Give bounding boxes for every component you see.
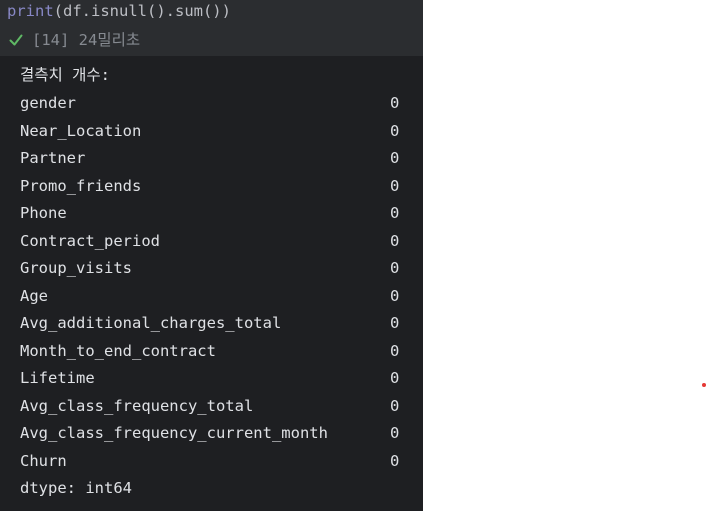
row-name: Avg_class_frequency_total [20, 396, 254, 415]
table-row: Promo_friends 0 [0, 176, 423, 196]
code-function: print [7, 2, 54, 20]
row-name: gender [20, 94, 76, 112]
table-row: Month_to_end_contract 0 [0, 341, 423, 361]
row-name: Group_visits [20, 259, 132, 277]
table-row: Contract_period 0 [0, 231, 423, 251]
output-header: 결측치 개수: [20, 66, 110, 84]
table-row: Group_visits 0 [0, 258, 423, 278]
row-name: Age [20, 286, 48, 305]
row-value: 0 [390, 396, 400, 415]
table-row: Age 0 [0, 286, 423, 306]
row-value: 0 [390, 259, 400, 277]
row-value: 0 [390, 94, 400, 112]
execution-status-text: [14] 24밀리초 [32, 31, 141, 49]
row-value: 0 [390, 121, 400, 140]
table-row: Avg_additional_charges_total 0 [0, 313, 423, 333]
table-row: Lifetime 0 [0, 368, 423, 388]
table-row: Partner 0 [0, 148, 423, 168]
notebook-panel: print(df.isnull().sum()) [14] 24밀리초 결측치 … [0, 0, 423, 511]
table-row: Avg_class_frequency_current_month 0 [0, 423, 423, 443]
table-row: Churn 0 [0, 451, 423, 471]
row-value: 0 [390, 149, 400, 167]
row-name: Churn [20, 451, 67, 470]
row-value: 0 [390, 341, 400, 360]
row-value: 0 [390, 231, 400, 250]
row-name: Promo_friends [20, 176, 142, 195]
code-line[interactable]: print(df.isnull().sum()) [7, 1, 231, 21]
row-value: 0 [390, 424, 400, 442]
row-value: 0 [390, 314, 400, 332]
row-name: Near_Location [20, 121, 142, 140]
output-dtype: dtype: int64 [20, 479, 132, 497]
check-icon [9, 34, 23, 46]
row-name: Lifetime [20, 369, 95, 387]
execution-status-bar: [14] 24밀리초 [0, 24, 423, 56]
table-row: Avg_class_frequency_total 0 [0, 396, 423, 416]
row-value: 0 [390, 176, 400, 195]
row-value: 0 [390, 204, 400, 222]
row-value: 0 [390, 286, 400, 305]
code-cell[interactable]: print(df.isnull().sum()) [0, 0, 423, 24]
row-value: 0 [390, 451, 400, 470]
red-dot-marker [702, 383, 706, 387]
row-name: Phone [20, 204, 67, 222]
row-value: 0 [390, 369, 400, 387]
table-row: gender 0 [0, 93, 423, 113]
code-args: (df.isnull().sum()) [53, 2, 231, 20]
cell-output: 결측치 개수: gender 0 Near_Location 0 Partner 0 Pro… [0, 56, 423, 511]
table-row: Phone 0 [0, 203, 423, 223]
row-name: Partner [20, 149, 86, 167]
row-name: Avg_additional_charges_total [20, 314, 282, 332]
row-name: Contract_period [20, 231, 160, 250]
row-name: Month_to_end_contract [20, 341, 216, 360]
row-name: Avg_class_frequency_current_month [20, 424, 328, 442]
table-row: Near_Location 0 [0, 121, 423, 141]
